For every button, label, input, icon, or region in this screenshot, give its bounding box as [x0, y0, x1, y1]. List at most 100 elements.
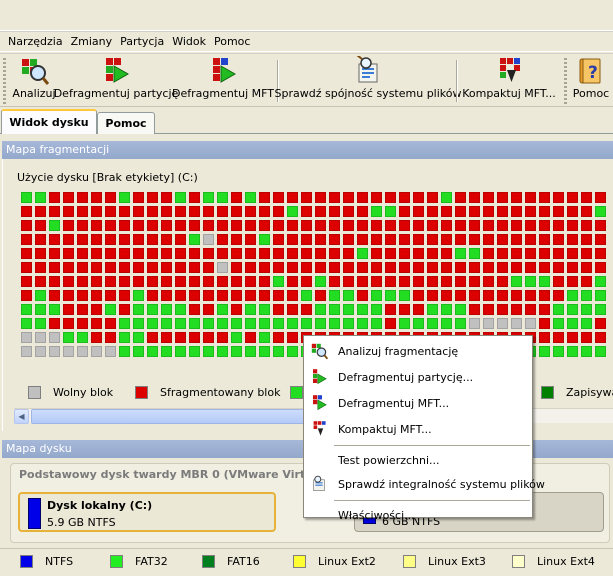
disk-block[interactable]: [525, 318, 536, 329]
disk-block[interactable]: [161, 248, 172, 259]
disk-block[interactable]: [329, 206, 340, 217]
disk-block[interactable]: [119, 248, 130, 259]
disk-block[interactable]: [175, 346, 186, 357]
disk-block[interactable]: [329, 248, 340, 259]
disk-block[interactable]: [273, 318, 284, 329]
disk-block[interactable]: [315, 234, 326, 245]
disk-block[interactable]: [21, 234, 32, 245]
disk-block[interactable]: [553, 206, 564, 217]
disk-block[interactable]: [567, 234, 578, 245]
disk-block[interactable]: [161, 220, 172, 231]
ctx-properties[interactable]: Właściwości...: [304, 504, 532, 526]
disk-block[interactable]: [525, 276, 536, 287]
disk-block[interactable]: [413, 304, 424, 315]
disk-block[interactable]: [357, 192, 368, 203]
disk-block[interactable]: [427, 234, 438, 245]
disk-block[interactable]: [329, 234, 340, 245]
disk-block[interactable]: [175, 234, 186, 245]
disk-block[interactable]: [483, 192, 494, 203]
disk-block[interactable]: [357, 304, 368, 315]
disk-block[interactable]: [91, 346, 102, 357]
disk-block[interactable]: [511, 276, 522, 287]
disk-block[interactable]: [273, 206, 284, 217]
disk-block[interactable]: [287, 234, 298, 245]
disk-block[interactable]: [301, 248, 312, 259]
disk-block[interactable]: [175, 220, 186, 231]
disk-block[interactable]: [21, 206, 32, 217]
disk-block[interactable]: [455, 248, 466, 259]
disk-block[interactable]: [161, 346, 172, 357]
disk-block[interactable]: [385, 206, 396, 217]
disk-block[interactable]: [259, 206, 270, 217]
disk-block[interactable]: [441, 276, 452, 287]
disk-block[interactable]: [329, 276, 340, 287]
disk-block[interactable]: [189, 346, 200, 357]
disk-block[interactable]: [287, 346, 298, 357]
disk-block[interactable]: [399, 262, 410, 273]
disk-block[interactable]: [511, 290, 522, 301]
disk-block[interactable]: [63, 192, 74, 203]
disk-block[interactable]: [231, 332, 242, 343]
disk-block[interactable]: [413, 234, 424, 245]
disk-block[interactable]: [21, 304, 32, 315]
disk-block[interactable]: [469, 220, 480, 231]
disk-block[interactable]: [21, 192, 32, 203]
disk-block[interactable]: [343, 206, 354, 217]
disk-block[interactable]: [35, 332, 46, 343]
disk-block[interactable]: [441, 318, 452, 329]
disk-block[interactable]: [553, 346, 564, 357]
disk-block[interactable]: [35, 290, 46, 301]
disk-block[interactable]: [511, 220, 522, 231]
disk-block[interactable]: [413, 276, 424, 287]
menu-partycja[interactable]: Partycja: [116, 33, 168, 51]
disk-block[interactable]: [217, 262, 228, 273]
ctx-compact-mft[interactable]: Kompaktuj MFT...: [304, 416, 532, 442]
disk-block[interactable]: [231, 290, 242, 301]
disk-block[interactable]: [259, 234, 270, 245]
disk-block[interactable]: [189, 332, 200, 343]
disk-block[interactable]: [91, 262, 102, 273]
disk-block[interactable]: [35, 206, 46, 217]
disk-block[interactable]: [301, 304, 312, 315]
disk-block[interactable]: [175, 192, 186, 203]
disk-block[interactable]: [595, 206, 606, 217]
disk-block[interactable]: [21, 220, 32, 231]
disk-block[interactable]: [175, 318, 186, 329]
disk-block[interactable]: [539, 290, 550, 301]
disk-block[interactable]: [497, 220, 508, 231]
disk-block[interactable]: [203, 346, 214, 357]
disk-block[interactable]: [217, 276, 228, 287]
disk-block[interactable]: [175, 304, 186, 315]
disk-block[interactable]: [49, 276, 60, 287]
disk-block[interactable]: [231, 346, 242, 357]
disk-block[interactable]: [455, 234, 466, 245]
disk-block[interactable]: [245, 262, 256, 273]
disk-block[interactable]: [119, 206, 130, 217]
disk-block[interactable]: [287, 220, 298, 231]
disk-block[interactable]: [91, 290, 102, 301]
disk-block[interactable]: [77, 304, 88, 315]
disk-block[interactable]: [49, 318, 60, 329]
disk-block[interactable]: [301, 276, 312, 287]
disk-block[interactable]: [371, 276, 382, 287]
disk-block[interactable]: [455, 318, 466, 329]
disk-block[interactable]: [287, 262, 298, 273]
disk-block[interactable]: [91, 206, 102, 217]
disk-block[interactable]: [273, 346, 284, 357]
disk-block[interactable]: [189, 206, 200, 217]
disk-block[interactable]: [581, 318, 592, 329]
disk-block[interactable]: [175, 290, 186, 301]
disk-block[interactable]: [581, 206, 592, 217]
disk-block[interactable]: [441, 248, 452, 259]
disk-block[interactable]: [567, 332, 578, 343]
disk-block[interactable]: [427, 206, 438, 217]
disk-block[interactable]: [539, 318, 550, 329]
disk-block[interactable]: [413, 290, 424, 301]
disk-block[interactable]: [483, 262, 494, 273]
disk-block[interactable]: [231, 234, 242, 245]
disk-block[interactable]: [385, 220, 396, 231]
disk-block[interactable]: [301, 318, 312, 329]
disk-block[interactable]: [581, 290, 592, 301]
disk-block[interactable]: [455, 206, 466, 217]
disk-block[interactable]: [63, 248, 74, 259]
